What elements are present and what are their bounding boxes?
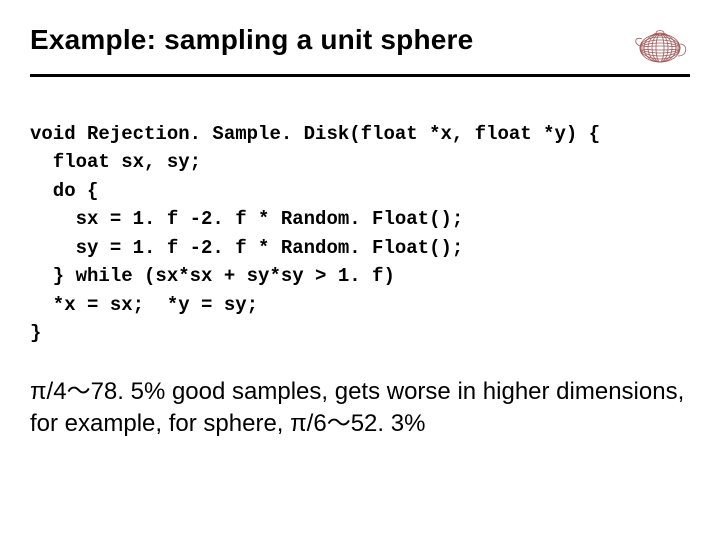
code-line: }: [30, 322, 41, 344]
title-divider: [30, 74, 690, 77]
code-line: } while (sx*sx + sy*sy > 1. f): [30, 265, 395, 287]
code-line: sx = 1. f -2. f * Random. Float();: [30, 208, 463, 230]
slide-header: Example: sampling a unit sphere: [30, 24, 690, 68]
code-line: do {: [30, 180, 98, 202]
code-line: sy = 1. f -2. f * Random. Float();: [30, 237, 463, 259]
body-text: π/4～78. 5% good samples, gets worse in h…: [30, 376, 690, 441]
slide-title: Example: sampling a unit sphere: [30, 24, 473, 66]
code-line: *x = sx; *y = sy;: [30, 294, 258, 316]
teapot-logo: [630, 26, 690, 68]
code-line: void Rejection. Sample. Disk(float *x, f…: [30, 123, 600, 145]
code-block: void Rejection. Sample. Disk(float *x, f…: [30, 91, 690, 348]
code-line: float sx, sy;: [30, 151, 201, 173]
slide: Example: sampling a unit sphere: [0, 0, 720, 540]
